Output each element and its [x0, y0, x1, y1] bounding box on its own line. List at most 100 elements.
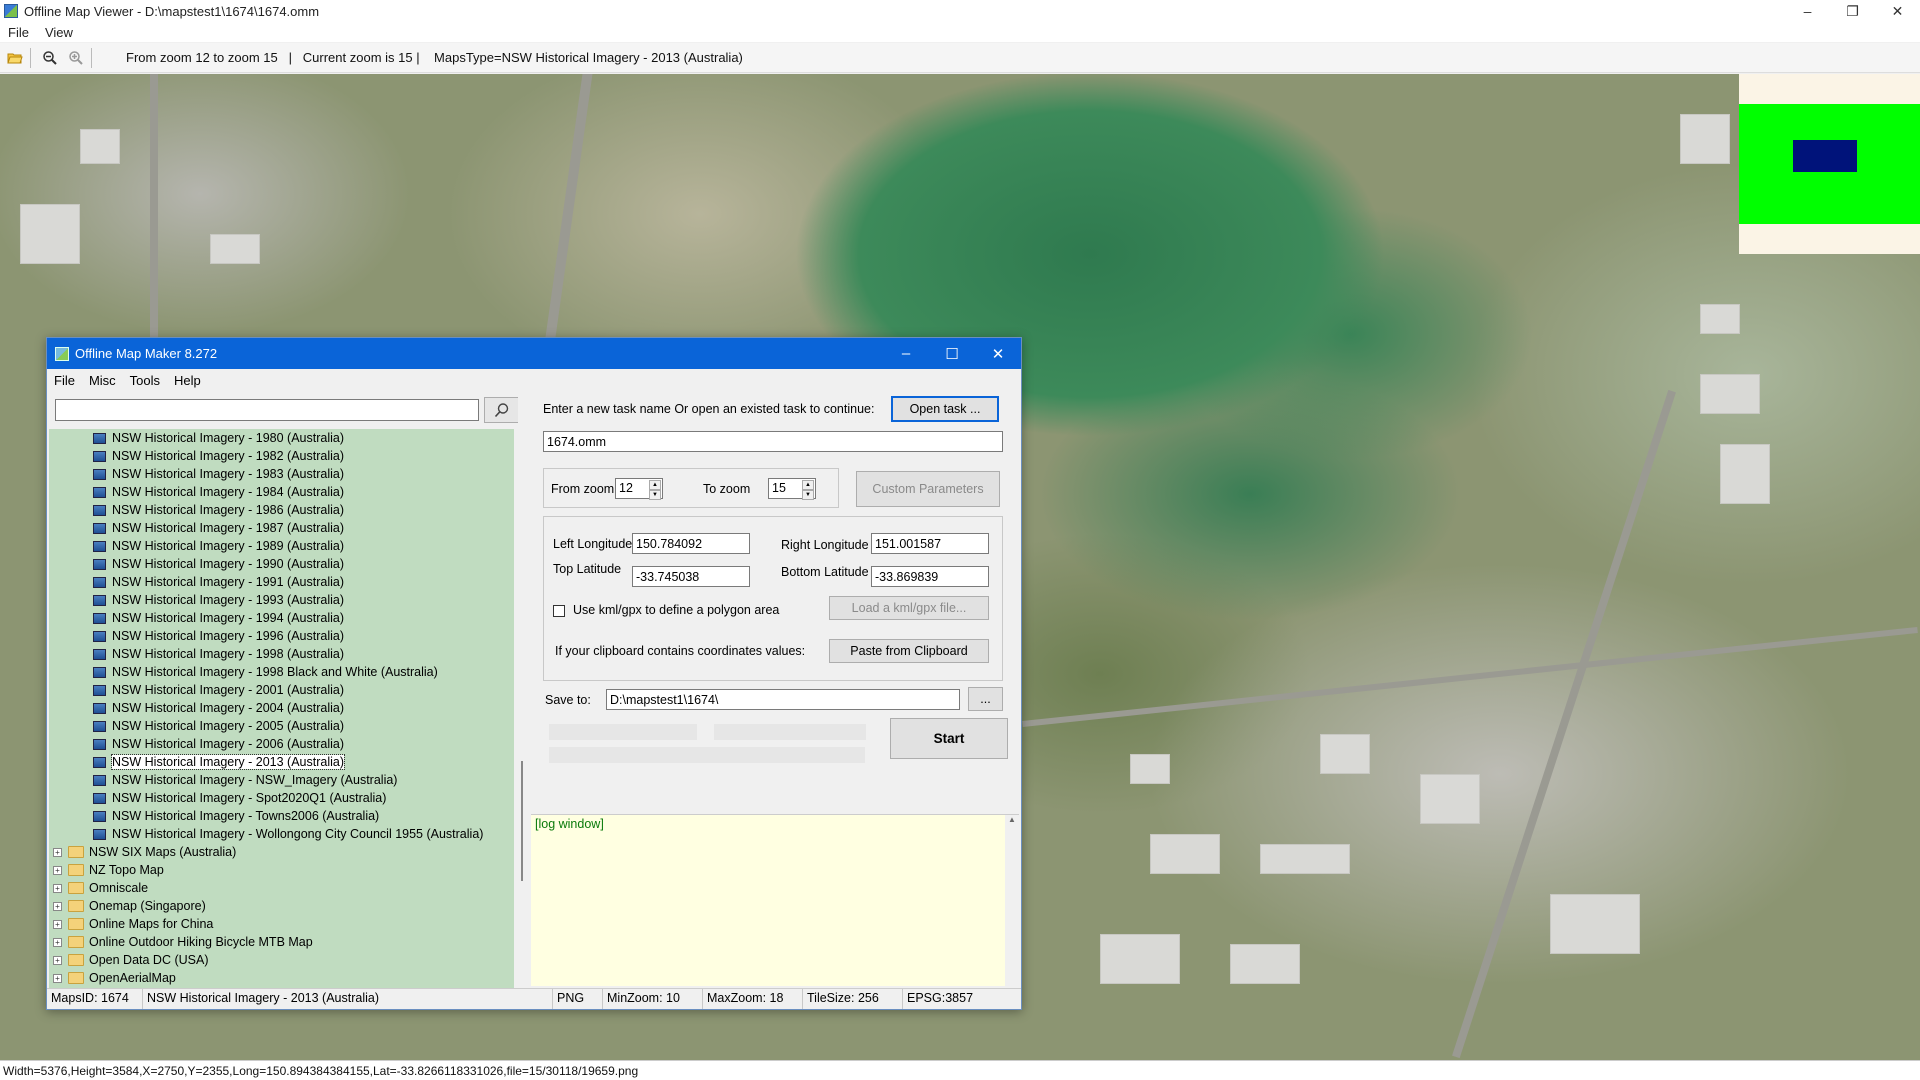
map-building — [80, 129, 120, 164]
minimize-button[interactable]: – — [1785, 0, 1830, 22]
expand-icon[interactable]: + — [53, 937, 62, 947]
expand-icon[interactable]: + — [53, 847, 62, 857]
tree-map-item[interactable]: NSW Historical Imagery - 1998 Black and … — [49, 663, 514, 681]
tree-map-item[interactable]: NSW Historical Imagery - 1993 (Australia… — [49, 591, 514, 609]
custom-parameters-button[interactable]: Custom Parameters — [856, 471, 1000, 507]
maximize-button[interactable]: ❐ — [1830, 0, 1875, 22]
to-zoom-spinner[interactable]: 15 ▲ ▼ — [768, 478, 816, 500]
tree-map-item[interactable]: NSW Historical Imagery - 2006 (Australia… — [49, 735, 514, 753]
paste-clipboard-button[interactable]: Paste from Clipboard — [829, 639, 989, 663]
open-folder-icon[interactable] — [4, 47, 26, 69]
tree-map-item[interactable]: NSW Historical Imagery - 2005 (Australia… — [49, 717, 514, 735]
close-button[interactable]: ✕ — [1875, 0, 1920, 22]
dialog-menu-help[interactable]: Help — [167, 373, 208, 388]
tree-map-item[interactable]: NSW Historical Imagery - 2004 (Australia… — [49, 699, 514, 717]
from-zoom-spinner[interactable]: 12 ▲ ▼ — [615, 478, 663, 500]
menu-view[interactable]: View — [37, 25, 81, 40]
expand-icon[interactable]: + — [53, 901, 62, 911]
tree-map-item[interactable]: NSW Historical Imagery - 1990 (Australia… — [49, 555, 514, 573]
top-latitude-input[interactable] — [632, 566, 750, 587]
dialog-maximize-button[interactable]: ☐ — [929, 338, 975, 369]
tree-map-item[interactable]: NSW Historical Imagery - Towns2006 (Aust… — [49, 807, 514, 825]
zoom-in-icon[interactable] — [65, 47, 87, 69]
save-path-input[interactable] — [606, 689, 960, 710]
task-name-input[interactable] — [543, 431, 1003, 452]
tree-item-label: NSW Historical Imagery - 1986 (Australia… — [112, 503, 345, 517]
tree-item-label: NSW Historical Imagery - 1994 (Australia… — [112, 611, 345, 625]
spin-down-icon[interactable]: ▼ — [802, 490, 814, 500]
use-kml-checkbox[interactable] — [553, 605, 565, 617]
spin-up-icon[interactable]: ▲ — [802, 480, 814, 490]
zoom-out-icon[interactable] — [39, 47, 61, 69]
maps-search-input[interactable] — [55, 399, 479, 421]
right-longitude-input[interactable] — [871, 533, 989, 554]
expand-icon[interactable]: + — [53, 919, 62, 929]
dialog-minimize-button[interactable]: – — [883, 338, 929, 369]
spin-down-icon[interactable]: ▼ — [649, 490, 661, 500]
tree-scrollbar[interactable] — [518, 391, 530, 988]
tree-map-item[interactable]: NSW Historical Imagery - 1986 (Australia… — [49, 501, 514, 519]
map-road — [1022, 626, 1918, 728]
bottom-latitude-input[interactable] — [871, 566, 989, 587]
search-button[interactable] — [484, 397, 520, 423]
overview-minimap[interactable] — [1739, 74, 1920, 254]
tree-folder-item[interactable]: + Open Data DC (USA) — [49, 951, 514, 969]
dialog-menu-misc[interactable]: Misc — [82, 373, 123, 388]
map-building — [210, 234, 260, 264]
expand-icon[interactable]: + — [53, 955, 62, 965]
tree-map-item[interactable]: NSW Historical Imagery - 1996 (Australia… — [49, 627, 514, 645]
tree-map-item[interactable]: NSW Historical Imagery - 1984 (Australia… — [49, 483, 514, 501]
main-menubar: File View — [0, 22, 1920, 42]
left-longitude-input[interactable] — [632, 533, 750, 554]
map-layer-icon — [93, 774, 106, 786]
start-button[interactable]: Start — [890, 718, 1008, 759]
dialog-close-button[interactable]: ✕ — [975, 338, 1021, 369]
tree-map-item[interactable]: NSW Historical Imagery - 2013 (Australia… — [49, 753, 514, 771]
tree-map-item[interactable]: NSW Historical Imagery - Wollongong City… — [49, 825, 514, 843]
from-zoom-arrows[interactable]: ▲ ▼ — [649, 480, 661, 500]
maps-tree[interactable]: NSW Historical Imagery - 1980 (Australia… — [49, 429, 514, 989]
tree-folder-item[interactable]: + Online Maps for China — [49, 915, 514, 933]
map-layer-icon — [93, 540, 106, 552]
map-maker-dialog: Offline Map Maker 8.272 – ☐ ✕ File Misc … — [46, 337, 1022, 1010]
open-task-button[interactable]: Open task ... — [891, 396, 999, 422]
expand-icon[interactable]: + — [53, 973, 62, 983]
log-window[interactable]: [log window] ▲ — [531, 814, 1019, 987]
tree-folder-item[interactable]: + OpenAerialMap — [49, 969, 514, 987]
tree-map-item[interactable]: NSW Historical Imagery - 1994 (Australia… — [49, 609, 514, 627]
map-layer-icon — [93, 756, 106, 768]
tree-map-item[interactable]: NSW Historical Imagery - Spot2020Q1 (Aus… — [49, 789, 514, 807]
status-min-zoom: MinZoom: 10 — [603, 989, 703, 1009]
to-zoom-label: To zoom — [703, 482, 751, 496]
tree-map-item[interactable]: NSW Historical Imagery - 2001 (Australia… — [49, 681, 514, 699]
tree-map-item[interactable]: NSW Historical Imagery - NSW_Imagery (Au… — [49, 771, 514, 789]
from-zoom-label: From zoom — [551, 482, 615, 496]
tree-folder-item[interactable]: + Onemap (Singapore) — [49, 897, 514, 915]
tree-map-item[interactable]: NSW Historical Imagery - 1987 (Australia… — [49, 519, 514, 537]
load-kml-button[interactable]: Load a kml/gpx file... — [829, 596, 989, 620]
tree-item-label: NSW Historical Imagery - Spot2020Q1 (Aus… — [112, 791, 387, 805]
tree-folder-item[interactable]: + Online Outdoor Hiking Bicycle MTB Map — [49, 933, 514, 951]
browse-button[interactable]: ... — [968, 687, 1003, 711]
tree-folder-item[interactable]: + NZ Topo Map — [49, 861, 514, 879]
log-scrollbar[interactable]: ▲ — [1005, 815, 1019, 987]
tree-map-item[interactable]: NSW Historical Imagery - 1982 (Australia… — [49, 447, 514, 465]
tree-folder-item[interactable]: + Omniscale — [49, 879, 514, 897]
tree-map-item[interactable]: NSW Historical Imagery - 1998 (Australia… — [49, 645, 514, 663]
menu-file[interactable]: File — [0, 25, 37, 40]
tree-folder-item[interactable]: + NSW SIX Maps (Australia) — [49, 843, 514, 861]
to-zoom-arrows[interactable]: ▲ ▼ — [802, 480, 814, 500]
minimap-viewport[interactable] — [1793, 140, 1857, 172]
dialog-controls: – ☐ ✕ — [883, 338, 1021, 369]
tree-scroll-thumb[interactable] — [521, 761, 523, 881]
dialog-menu-tools[interactable]: Tools — [123, 373, 167, 388]
tree-map-item[interactable]: NSW Historical Imagery - 1980 (Australia… — [49, 429, 514, 447]
tree-map-item[interactable]: NSW Historical Imagery - 1983 (Australia… — [49, 465, 514, 483]
main-statusbar: Width=5376,Height=3584,X=2750,Y=2355,Lon… — [0, 1060, 1920, 1080]
tree-map-item[interactable]: NSW Historical Imagery - 1989 (Australia… — [49, 537, 514, 555]
expand-icon[interactable]: + — [53, 865, 62, 875]
dialog-menu-file[interactable]: File — [47, 373, 82, 388]
tree-map-item[interactable]: NSW Historical Imagery - 1991 (Australia… — [49, 573, 514, 591]
spin-up-icon[interactable]: ▲ — [649, 480, 661, 490]
expand-icon[interactable]: + — [53, 883, 62, 893]
